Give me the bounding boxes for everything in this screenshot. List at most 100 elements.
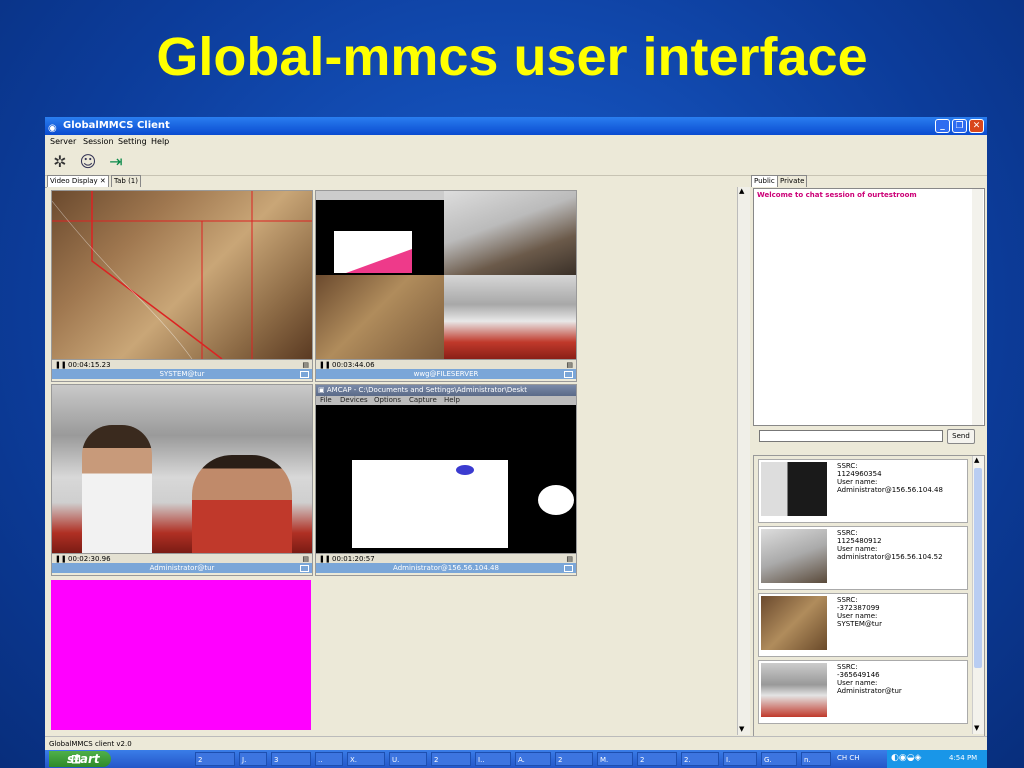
taskbar-button[interactable]: 3 (271, 752, 311, 766)
maximize-button[interactable]: ❐ (952, 119, 967, 133)
video-scrollbar[interactable]: ▲ ▼ (737, 187, 750, 735)
chat-input[interactable] (759, 430, 943, 442)
close-button[interactable]: ✕ (969, 119, 984, 133)
source-info: SSRC: -372387099 User name: SYSTEM@tur (837, 596, 882, 628)
taskbar: ⊞ start 2 J. 3 .. X. U. 2 I.. A. 2 M. 2 … (45, 750, 987, 768)
hp-logo-small (456, 465, 474, 475)
scroll-up-icon[interactable]: ▲ (739, 187, 744, 195)
video-user: Administrator@156.56.104.48 (316, 563, 576, 573)
clock: 4:54 PM (949, 754, 978, 762)
taskbar-button[interactable]: 2 (555, 752, 593, 766)
composite-person-1 (444, 191, 576, 275)
resize-icon[interactable] (300, 371, 309, 378)
window-title: GlobalMMCS Client (63, 120, 170, 131)
taskbar-button[interactable]: 2 (431, 752, 471, 766)
source-list: SSRC: 1124960354 User name: Administrato… (753, 455, 985, 737)
menu-help[interactable]: Help (151, 137, 169, 146)
scroll-down-icon[interactable]: ▼ (974, 724, 979, 732)
slide-title: Global-mmcs user interface (156, 27, 868, 87)
menu-session[interactable]: Session (83, 137, 114, 146)
empty-video-pane[interactable] (51, 580, 311, 730)
video-user: wwg@FILESERVER (316, 369, 576, 379)
minimize-button[interactable]: _ (935, 119, 950, 133)
resize-icon[interactable] (564, 565, 573, 572)
taskbar-button[interactable]: n. (801, 752, 831, 766)
tray-icons[interactable]: ◐◉◒◈ (891, 753, 921, 763)
video-user-label: wwg@FILESERVER (413, 370, 479, 378)
chat-messages: Welcome to chat session of ourtestroom (753, 188, 985, 426)
video-amcap: ▣ AMCAP - C:\Documents and Settings\Admi… (316, 385, 576, 553)
send-button[interactable]: Send (947, 429, 975, 444)
source-item[interactable]: SSRC: -365649146 User name: Administrato… (758, 660, 968, 724)
amcap-white-box (352, 460, 508, 548)
amcap-menu-file[interactable]: File (320, 396, 332, 405)
window-titlebar: ◉ GlobalMMCS Client _ ❐ ✕ (45, 117, 987, 135)
menu-bar: Server Session Setting Help (45, 135, 987, 149)
tab-video-display[interactable]: Video Display ✕ (47, 175, 109, 187)
amcap-menu-devices[interactable]: Devices (340, 396, 368, 405)
video-user-label: Administrator@156.56.104.48 (393, 564, 499, 572)
video-user: Administrator@tur (52, 563, 312, 573)
scroll-up-icon[interactable]: ▲ (974, 456, 979, 464)
start-button[interactable]: ⊞ start (49, 751, 111, 767)
source-item[interactable]: SSRC: 1125480912 User name: administrato… (758, 526, 968, 590)
toolbar: ✲ ☺ ⇥ (45, 149, 987, 176)
source-scrollbar[interactable]: ▲ ▼ (972, 456, 984, 734)
source-thumbnail (761, 529, 827, 583)
taskbar-button[interactable]: U. (389, 752, 427, 766)
taskbar-button[interactable]: X. (347, 752, 385, 766)
tab-1[interactable]: Tab (1) (111, 175, 141, 187)
amcap-menu-capture[interactable]: Capture (409, 396, 437, 405)
taskbar-button[interactable]: .. (315, 752, 343, 766)
hp-logo-large (538, 485, 574, 515)
taskbar-button[interactable]: 2. (681, 752, 719, 766)
menu-setting[interactable]: Setting (118, 137, 147, 146)
tab-private[interactable]: Private (777, 175, 808, 187)
menu-server[interactable]: Server (50, 137, 76, 146)
tab-public[interactable]: Public (751, 175, 778, 187)
source-thumbnail (761, 596, 827, 650)
video-display-area: ❚❚ 00:04:15.23 ▤ SYSTEM@tur ❚❚ 00:03:44.… (47, 187, 750, 735)
taskbar-button[interactable]: I.. (475, 752, 511, 766)
network-icon[interactable]: ✲ (49, 151, 71, 173)
composite-pink-shape (346, 249, 412, 273)
language-indicator[interactable]: CH CH (837, 754, 860, 762)
video-pane-2[interactable]: ❚❚ 00:03:44.06 ▤ wwg@FILESERVER (315, 190, 577, 382)
map-borders (52, 191, 312, 359)
amcap-menu-help[interactable]: Help (444, 396, 460, 405)
taskbar-button[interactable]: G. (761, 752, 797, 766)
taskbar-button[interactable]: 2 (637, 752, 677, 766)
source-item[interactable]: SSRC: -372387099 User name: SYSTEM@tur (758, 593, 968, 657)
source-info: SSRC: 1125480912 User name: administrato… (837, 529, 943, 561)
scroll-down-icon[interactable]: ▼ (739, 725, 744, 733)
amcap-title: AMCAP - C:\Documents and Settings\Admini… (326, 386, 527, 394)
video-user: SYSTEM@tur (52, 369, 312, 379)
taskbar-button[interactable]: M. (597, 752, 633, 766)
source-info: SSRC: -365649146 User name: Administrato… (837, 663, 902, 695)
taskbar-button[interactable]: A. (515, 752, 551, 766)
users-icon[interactable]: ☺ (77, 151, 99, 173)
video-pane-4[interactable]: ▣ AMCAP - C:\Documents and Settings\Admi… (315, 384, 577, 576)
resize-icon[interactable] (300, 565, 309, 572)
video-user-label: SYSTEM@tur (159, 370, 205, 378)
exit-icon[interactable]: ⇥ (105, 151, 127, 173)
taskbar-button[interactable]: I. (723, 752, 757, 766)
scroll-thumb[interactable] (974, 468, 982, 668)
video-pane-1[interactable]: ❚❚ 00:04:15.23 ▤ SYSTEM@tur (51, 190, 313, 382)
tab-close-icon[interactable]: ✕ (100, 177, 106, 185)
resize-icon[interactable] (564, 371, 573, 378)
video-people (52, 385, 312, 553)
status-bar: GlobalMMCS client v2.0 (45, 736, 987, 750)
source-thumbnail (761, 462, 827, 516)
taskbar-button[interactable]: J. (239, 752, 267, 766)
amcap-menu: File Devices Options Capture Help (316, 396, 576, 405)
source-item[interactable]: SSRC: 1124960354 User name: Administrato… (758, 459, 968, 523)
chat-welcome: Welcome to chat session of ourtestroom (757, 191, 917, 199)
video-pane-3[interactable]: ❚❚ 00:02:30.96 ▤ Administrator@tur (51, 384, 313, 576)
amcap-menu-options[interactable]: Options (374, 396, 401, 405)
taskbar-button[interactable]: 2 (195, 752, 235, 766)
tab-video-display-label: Video Display (50, 177, 98, 185)
composite-titlebar (316, 191, 444, 200)
status-text: GlobalMMCS client v2.0 (49, 740, 132, 748)
chat-scrollbar[interactable] (972, 189, 983, 425)
